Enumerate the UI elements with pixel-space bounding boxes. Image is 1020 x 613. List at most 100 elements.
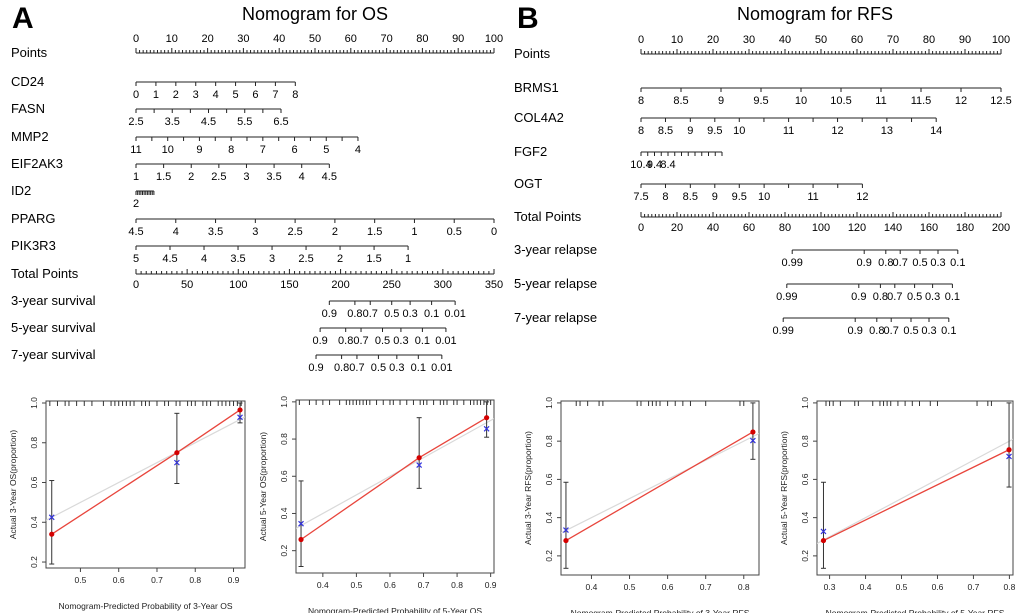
tick-label: 3 (252, 226, 258, 238)
tick-label: 2 (133, 198, 139, 210)
tick-label: 0.9 (851, 291, 866, 303)
y-axis-label: Actual 5-Year RFS(proportion) (779, 431, 789, 545)
tick-label: 350 (485, 279, 503, 291)
tick-label: 4 (173, 226, 179, 238)
tick-label: 12 (856, 191, 868, 203)
tick-label: 150 (280, 279, 298, 291)
tick-label: 0 (491, 226, 497, 238)
x-tick-label: 0.7 (418, 580, 430, 590)
tick-label: 12 (955, 95, 967, 107)
nomogram-title-rfs: Nomogram for RFS (737, 4, 893, 24)
tick-label: 60 (851, 34, 863, 46)
x-tick-label: 0.4 (586, 582, 598, 592)
tick-label: 0.5 (384, 308, 399, 320)
row-label: 3-year survival (11, 293, 96, 308)
tick-label: 0.3 (393, 335, 408, 347)
y-tick-label: 1.0 (279, 396, 289, 408)
tick-label: 80 (416, 33, 428, 45)
tick-label: 2.5 (287, 226, 302, 238)
tick-label: 11 (807, 191, 818, 203)
row-label: Points (11, 45, 48, 60)
calibration-plot-3yr-rfs: 0.4 0.5 0.6 0.7 0.8 0.2 0.4 0.6 0.8 1.0 Nomogram-P… (523, 397, 760, 613)
nomogram-row-total-points: Total Points 0 20 40 60 80 100 120 140 160 180 200 (514, 209, 1010, 234)
tick-label: 80 (779, 222, 791, 234)
tick-label: 8 (638, 95, 644, 107)
nomogram-row-points: Points 0 10 20 30 40 50 60 70 80 90 100 (11, 33, 503, 60)
tick-label: 80 (923, 34, 935, 46)
tick-label: 120 (848, 222, 866, 234)
tick-label: 4.5 (322, 171, 337, 183)
tick-label: 1 (133, 171, 139, 183)
tick-label: 4 (213, 89, 219, 101)
tick-label: 3 (243, 171, 249, 183)
tick-label: 14 (930, 125, 942, 137)
nomogram-os: Points0 10 20 30 40 50 60 70 80 90 100CD240 1 2 3 4 5 6 7… (11, 33, 503, 374)
tick-label: 60 (345, 33, 357, 45)
row-label: Points (514, 46, 551, 61)
calibration-line-segment (300, 457, 420, 541)
x-tick-label: 0.6 (932, 582, 944, 592)
tick-label: 10 (733, 125, 745, 137)
nomogram-row-eif2ak3: EIF2AK3 1 1.5 2 2.5 3 3.5 4 4.5 (11, 156, 337, 183)
calibration-line-segment (176, 409, 241, 454)
nomogram-row-pparg: PPARG 4.5 4 3.5 3 2.5 2 1.5 1 0.5 0 (11, 211, 497, 238)
nomogram-row-fgf2: FGF210.49.48.4 (514, 144, 723, 171)
tick-label: 50 (815, 34, 827, 46)
tick-label: 8 (662, 191, 668, 203)
y-tick-label: 1.0 (544, 397, 554, 409)
tick-label: 0 (133, 33, 139, 45)
nomogram-row-total-points: Total Points 0 50 100 150 200 250 300 350 (11, 266, 503, 291)
x-axis-label: Nomogram-Predicted Probability of 3-Year… (58, 601, 232, 611)
tick-label: 4 (201, 253, 207, 265)
x-tick-label: 0.8 (738, 582, 750, 592)
plot-frame (816, 400, 1014, 576)
tick-label: 9 (687, 125, 693, 137)
y-tick-label: 0.8 (800, 435, 810, 447)
calibration-line-segment (565, 431, 754, 542)
x-tick-label: 0.7 (968, 582, 980, 592)
tick-label: 8.4 (660, 159, 675, 171)
x-tick-label: 0.9 (228, 575, 240, 585)
y-tick-label: 0.2 (544, 550, 554, 562)
y-tick-label: 0.4 (279, 507, 289, 519)
tick-label: 8.5 (683, 191, 698, 203)
tick-label: 0.7 (349, 362, 364, 374)
tick-label: 0.9 (857, 257, 872, 269)
tick-label: 7 (272, 89, 278, 101)
y-tick-label: 0.6 (279, 470, 289, 482)
x-tick-label: 0.3 (824, 582, 836, 592)
nomogram-row-fasn: FASN 2.5 3.5 4.5 5.5 6.5 (11, 101, 289, 128)
tick-label: 8 (292, 89, 298, 101)
tick-label: 100 (229, 279, 247, 291)
nomogram-row-brms1: BRMS1 8 8.5 9 9.5 10 10.5 11 11.5 12 12.5 (514, 80, 1012, 107)
nomogram-row-id2: ID2 2 (11, 183, 155, 210)
tick-label: 2 (188, 171, 194, 183)
y-tick-label: 0.2 (800, 550, 810, 562)
tick-label: 140 (884, 222, 902, 234)
y-axis-label: Actual 3-Year OS(proportion) (8, 430, 18, 539)
y-tick-label: 1.0 (800, 397, 810, 409)
tick-label: 20 (201, 33, 213, 45)
tick-label: 4 (355, 144, 361, 156)
observed-point (750, 429, 756, 435)
tick-label: 0.7 (887, 291, 902, 303)
tick-label: 0.3 (925, 291, 940, 303)
tick-label: 0.1 (411, 362, 426, 374)
tick-label: 0.1 (415, 335, 430, 347)
tick-label: 2 (173, 89, 179, 101)
row-label: OGT (514, 176, 542, 191)
tick-label: 30 (743, 34, 755, 46)
x-tick-label: 0.5 (624, 582, 636, 592)
row-label: Total Points (514, 209, 582, 224)
y-tick-label: 0.2 (279, 545, 289, 557)
observed-point (484, 415, 490, 421)
tick-label: 0.1 (941, 325, 956, 337)
tick-label: 0.99 (781, 257, 802, 269)
calibration-plot-5yr-os: 0.4 0.5 0.6 0.7 0.8 0.9 0.2 0.4 0.6 0.8 1.0 Nomogra… (258, 396, 497, 613)
tick-label: 1.5 (366, 253, 381, 265)
tick-label: 0 (638, 222, 644, 234)
y-tick-label: 0.6 (800, 473, 810, 485)
x-tick-label: 0.5 (350, 580, 362, 590)
tick-label: 4.5 (128, 226, 143, 238)
tick-label: 10 (795, 95, 807, 107)
